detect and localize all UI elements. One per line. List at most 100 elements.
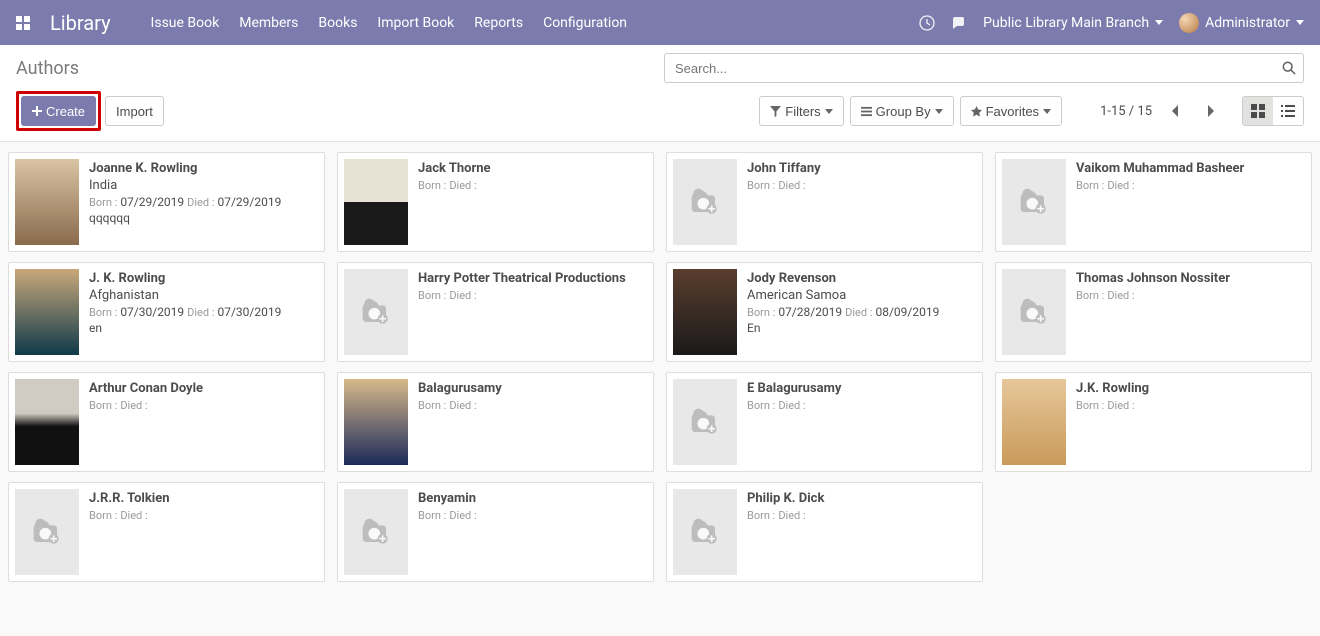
born-label: Born : — [747, 179, 775, 192]
author-card[interactable]: E BalagurusamyBorn : Died : — [666, 372, 983, 472]
caret-down-icon — [1296, 20, 1304, 25]
caret-down-icon — [1043, 109, 1051, 114]
plus-icon — [32, 106, 42, 116]
author-card[interactable]: Harry Potter Theatrical ProductionsBorn … — [337, 262, 654, 362]
messaging-icon[interactable] — [951, 15, 967, 31]
author-card[interactable]: Arthur Conan Doyle Born : Died : — [8, 372, 325, 472]
born-label: Born : — [418, 179, 446, 192]
photo-placeholder-icon — [673, 379, 737, 465]
pager-value[interactable]: 1-15 / 15 — [1100, 104, 1152, 119]
user-menu[interactable]: Administrator — [1179, 13, 1304, 33]
breadcrumb: Authors — [16, 58, 79, 79]
pager-prev[interactable] — [1162, 98, 1188, 124]
died-label: Died : — [778, 509, 805, 522]
caret-down-icon — [825, 109, 833, 114]
create-highlight: Create — [16, 91, 101, 131]
author-card[interactable]: John TiffanyBorn : Died : — [666, 152, 983, 252]
menu-reports[interactable]: Reports — [474, 15, 523, 31]
died-label: Died : — [120, 399, 147, 412]
import-button[interactable]: Import — [105, 96, 164, 126]
author-card[interactable]: Thomas Johnson NossiterBorn : Died : — [995, 262, 1312, 362]
search-input[interactable] — [664, 53, 1304, 83]
author-dates: Born : Died : — [747, 508, 976, 522]
branch-label: Public Library Main Branch — [983, 15, 1149, 31]
apps-icon[interactable] — [16, 16, 30, 30]
died-label: Died : — [1107, 289, 1134, 302]
caret-down-icon — [935, 109, 943, 114]
author-card[interactable]: J.R.R. TolkienBorn : Died : — [8, 482, 325, 582]
favorites-button[interactable]: Favorites — [960, 96, 1062, 126]
died-label: Died : — [778, 399, 805, 412]
photo-placeholder-icon — [1002, 159, 1066, 245]
author-card[interactable]: Jody RevensonAmerican SamoaBorn : 07/28/… — [666, 262, 983, 362]
menu-configuration[interactable]: Configuration — [543, 15, 627, 31]
author-dates: Born : Died : — [747, 178, 976, 192]
author-photo — [15, 159, 79, 245]
menu-books[interactable]: Books — [318, 15, 357, 31]
app-brand[interactable]: Library — [50, 11, 111, 35]
kanban-view-button[interactable] — [1243, 97, 1273, 125]
died-label: Died : — [449, 399, 476, 412]
born-label: Born : — [1076, 399, 1104, 412]
author-card[interactable]: Joanne K. RowlingIndiaBorn : 07/29/2019 … — [8, 152, 325, 252]
author-card[interactable]: Philip K. DickBorn : Died : — [666, 482, 983, 582]
author-photo — [344, 379, 408, 465]
author-dates: Born : Died : — [418, 508, 647, 522]
top-navbar: Library Issue Book Members Books Import … — [0, 0, 1320, 45]
born-label: Born : — [747, 306, 775, 319]
author-dates: Born : Died : — [89, 508, 318, 522]
create-label: Create — [46, 104, 85, 119]
author-card[interactable]: J. K. RowlingAfghanistanBorn : 07/30/201… — [8, 262, 325, 362]
born-label: Born : — [89, 196, 117, 209]
list-view-button[interactable] — [1273, 97, 1303, 125]
author-card[interactable]: Jack ThorneBorn : Died : — [337, 152, 654, 252]
born-value: 07/29/2019 — [120, 195, 184, 209]
photo-placeholder-icon — [673, 489, 737, 575]
author-dates: Born : 07/30/2019 Died : 07/30/2019 — [89, 305, 318, 319]
author-country: American Samoa — [747, 288, 976, 303]
author-dates: Born : Died : — [747, 398, 976, 412]
author-photo — [15, 379, 79, 465]
died-label: Died : — [1107, 399, 1134, 412]
author-extra: qqqqqq — [89, 211, 318, 225]
born-label: Born : — [1076, 179, 1104, 192]
author-name: Joanne K. Rowling — [89, 161, 318, 176]
create-button[interactable]: Create — [21, 96, 96, 126]
search-icon[interactable] — [1282, 61, 1296, 75]
author-card[interactable]: J.K. RowlingBorn : Died : — [995, 372, 1312, 472]
author-dates: Born : 07/28/2019 Died : 08/09/2019 — [747, 305, 976, 319]
author-dates: Born : Died : — [418, 178, 647, 192]
groupby-button[interactable]: Group By — [850, 96, 954, 126]
groupby-label: Group By — [876, 104, 931, 119]
star-icon — [971, 106, 982, 117]
author-name: J. K. Rowling — [89, 271, 318, 286]
photo-placeholder-icon — [344, 269, 408, 355]
menu-import-book[interactable]: Import Book — [377, 15, 454, 31]
photo-placeholder-icon — [1002, 269, 1066, 355]
branch-dropdown[interactable]: Public Library Main Branch — [983, 15, 1163, 31]
menu-issue-book[interactable]: Issue Book — [151, 15, 220, 31]
author-card[interactable]: BalagurusamyBorn : Died : — [337, 372, 654, 472]
author-card[interactable]: Vaikom Muhammad BasheerBorn : Died : — [995, 152, 1312, 252]
author-extra: En — [747, 321, 976, 335]
author-dates: Born : Died : — [89, 398, 318, 412]
born-label: Born : — [89, 399, 117, 412]
list-icon — [861, 106, 872, 117]
born-label: Born : — [747, 509, 775, 522]
menu-members[interactable]: Members — [239, 15, 298, 31]
born-label: Born : — [418, 289, 446, 302]
activity-icon[interactable] — [919, 15, 935, 31]
author-kanban: Joanne K. RowlingIndiaBorn : 07/29/2019 … — [0, 142, 1320, 592]
filters-button[interactable]: Filters — [759, 96, 843, 126]
died-label: Died : — [778, 179, 805, 192]
filter-icon — [770, 106, 781, 117]
author-card[interactable]: BenyaminBorn : Died : — [337, 482, 654, 582]
died-label: Died : — [120, 509, 147, 522]
view-switcher — [1242, 96, 1304, 126]
import-label: Import — [116, 104, 153, 119]
filters-label: Filters — [785, 104, 820, 119]
author-name: Vaikom Muhammad Basheer — [1076, 161, 1305, 176]
author-name: Arthur Conan Doyle — [89, 381, 318, 396]
pager-next[interactable] — [1198, 98, 1224, 124]
favorites-label: Favorites — [986, 104, 1039, 119]
